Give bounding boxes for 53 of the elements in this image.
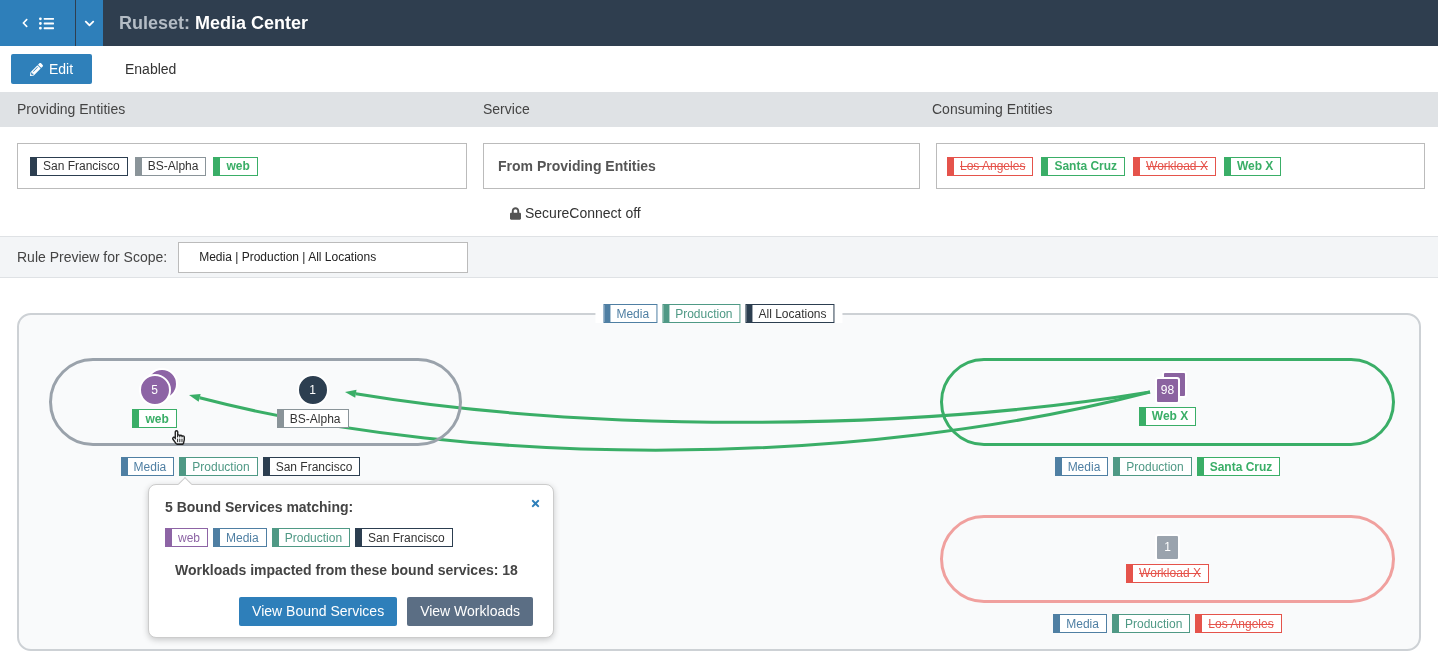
count-marker[interactable]: 1 <box>296 374 329 406</box>
entity-label: BS-Alpha <box>134 156 207 176</box>
entity-label: San Francisco <box>30 156 128 176</box>
group-tag: Media <box>1054 457 1109 476</box>
group-tag: Production <box>179 457 258 476</box>
service-tag: web <box>165 528 208 547</box>
entity-label: Workload X <box>1126 563 1209 583</box>
status-text: Enabled <box>125 59 177 79</box>
group-tag: Production <box>1111 614 1191 633</box>
count-marker[interactable]: 98 <box>1155 376 1180 404</box>
scope-tag: Production <box>662 304 741 323</box>
back-list-button[interactable] <box>0 0 75 46</box>
service-tag: Media <box>213 528 267 547</box>
pointer-cursor-icon <box>172 430 185 445</box>
back-icon <box>20 18 30 28</box>
scope-tag: All Locations <box>745 304 835 323</box>
scope-label: Rule Preview for Scope: <box>17 247 168 267</box>
group-tag: Los Angeles <box>1195 614 1282 633</box>
entity-label: Los Angeles <box>947 156 1034 176</box>
lock-icon <box>510 207 521 220</box>
column-heading: Providing Entities <box>17 100 127 119</box>
entity-label: Web X <box>1223 156 1282 176</box>
entity-label: Web X <box>1138 406 1197 426</box>
group-tag: San Francisco <box>262 457 361 476</box>
entity-label: web <box>132 409 177 428</box>
column-heading: Service <box>483 100 531 119</box>
count-marker[interactable]: 1 <box>1155 533 1180 561</box>
group-tag: Media <box>120 457 175 476</box>
service-tag: Production <box>271 528 351 547</box>
secure-connect-status: SecureConnect off <box>525 204 641 223</box>
entity-label: web <box>213 156 258 176</box>
group-tag: Media <box>1053 614 1107 633</box>
page-title: Media Center <box>195 11 309 35</box>
entity-label: Workload X <box>1133 156 1216 176</box>
popup-action-button[interactable]: View Bound Services <box>239 597 398 626</box>
list-icon <box>38 15 55 31</box>
service-value: From Providing Entities <box>498 156 656 176</box>
edit-button[interactable]: Edit <box>11 54 92 84</box>
popup-title: 5 Bound Services matching: <box>165 498 354 517</box>
title-prefix: Ruleset: <box>119 11 190 35</box>
column-heading: Consuming Entities <box>932 100 1054 119</box>
entity-label: Santa Cruz <box>1041 156 1126 176</box>
popup-action-button[interactable]: View Workloads <box>407 597 533 626</box>
entity-label: BS-Alpha <box>276 409 349 428</box>
scope-field[interactable]: Media | Production | All Locations <box>178 241 469 273</box>
close-icon[interactable] <box>530 498 541 509</box>
group-tag: Production <box>1113 457 1192 476</box>
service-tag: San Francisco <box>355 528 453 547</box>
group-tag: Santa Cruz <box>1196 457 1281 476</box>
pencil-icon <box>29 62 43 76</box>
impact-summary: Workloads impacted from these bound services: 18 <box>175 561 519 580</box>
scope-tag: Media <box>603 304 658 323</box>
count-marker[interactable]: 5 <box>138 374 171 406</box>
